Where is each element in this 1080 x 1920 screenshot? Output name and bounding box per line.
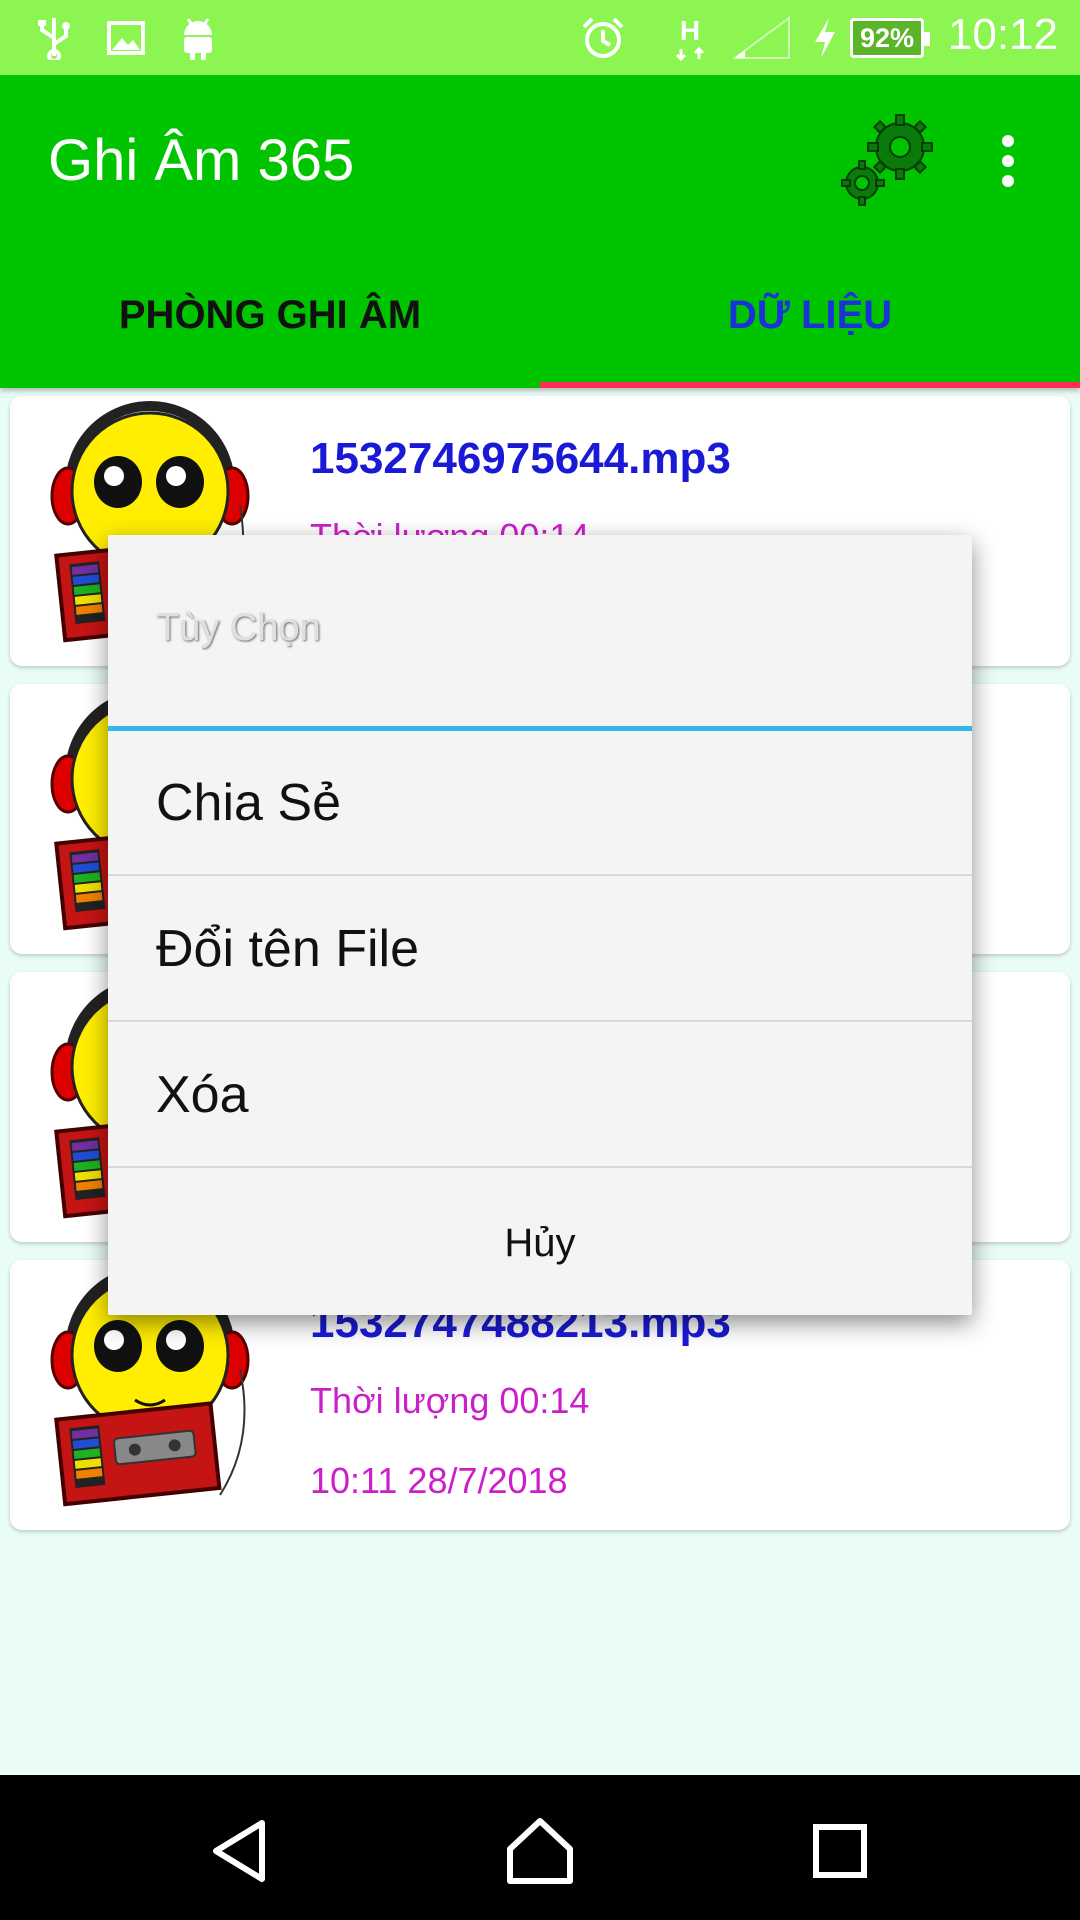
options-dialog: Tùy Chọn Chia Sẻ Đổi tên File Xóa Hủy	[108, 535, 972, 1315]
navigation-bar	[0, 1775, 1080, 1920]
recents-icon[interactable]	[800, 1811, 880, 1891]
delete-option[interactable]: Xóa	[108, 1023, 972, 1168]
home-icon[interactable]	[500, 1811, 580, 1891]
cancel-button[interactable]: Hủy	[108, 1171, 972, 1315]
share-option[interactable]: Chia Sẻ	[108, 731, 972, 876]
rename-file-option[interactable]: Đổi tên File	[108, 877, 972, 1022]
dialog-title: Tùy Chọn	[156, 607, 321, 649]
back-icon[interactable]	[200, 1811, 280, 1891]
